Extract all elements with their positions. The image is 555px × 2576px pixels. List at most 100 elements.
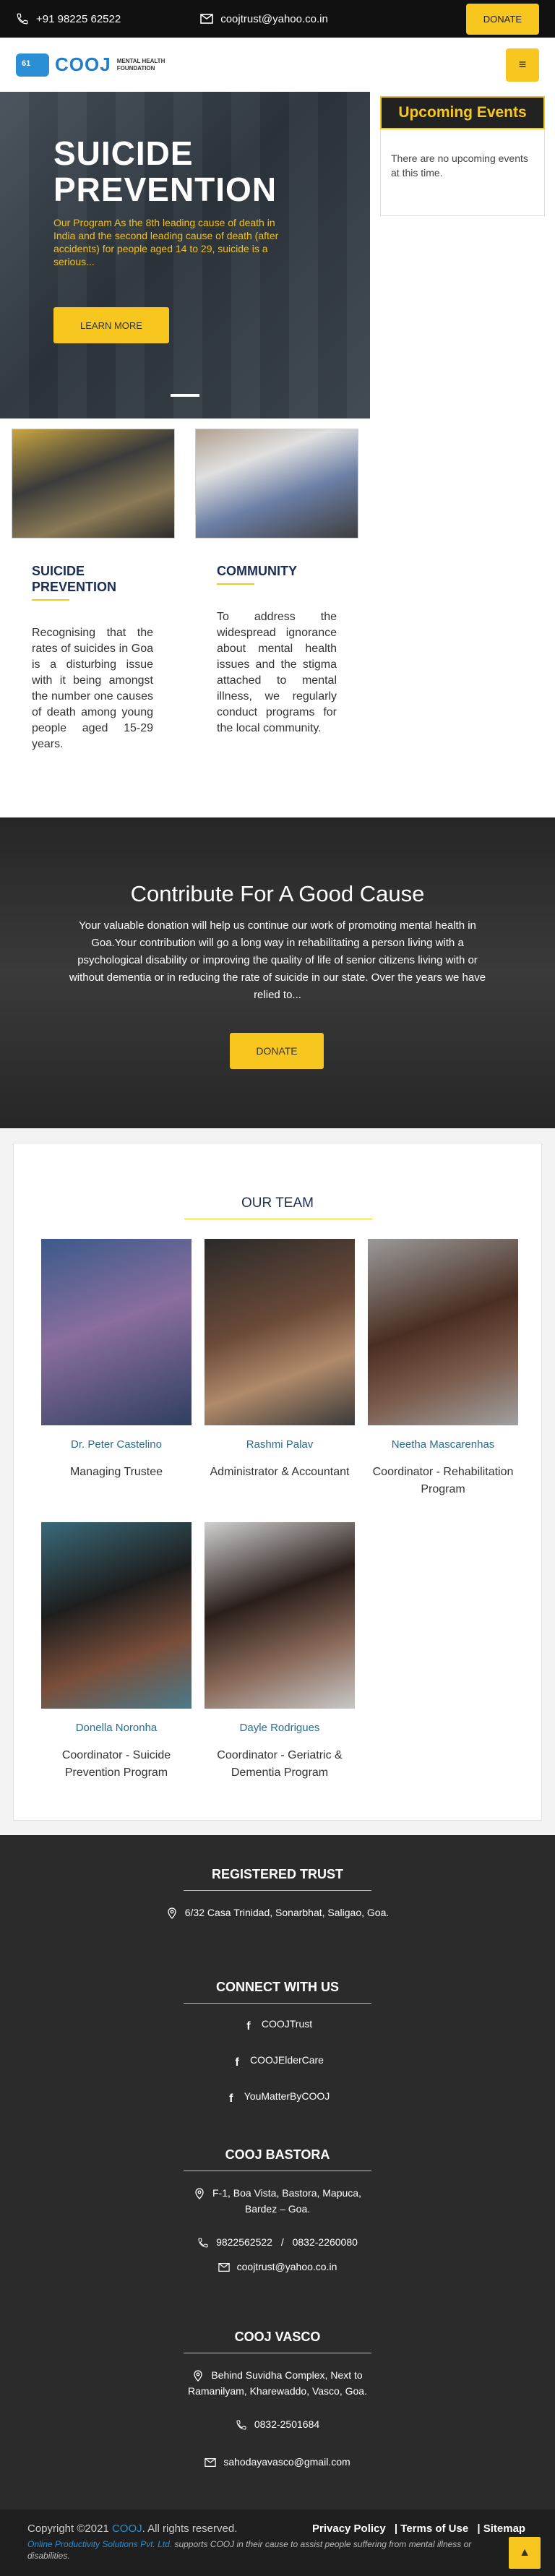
social-link-label[interactable]: COOJElderCare xyxy=(250,2054,324,2066)
vasco-address-line1: Behind Suvidha Complex, Next to xyxy=(211,2369,363,2381)
program-title-line1: COMMUNITY xyxy=(217,564,297,578)
copyright-suffix: . All rights reserved. xyxy=(142,2523,238,2535)
slider-indicator[interactable] xyxy=(0,394,370,397)
connect-title: CONNECT WITH US xyxy=(216,1980,339,1994)
member-role: Managing Trustee xyxy=(69,1466,163,1478)
hero-title-line1: SUICIDE xyxy=(53,134,194,172)
bastora-phones: 9822562522 / 0832-2260080 xyxy=(0,2234,555,2250)
phone-icon xyxy=(17,13,28,25)
member-photo xyxy=(368,1239,518,1425)
learn-more-button[interactable]: LEARN MORE xyxy=(53,307,169,343)
contribute-text: Your valuable donation will help us cont… xyxy=(69,919,486,1001)
contribute-section: Contribute For A Good Cause Your valuabl… xyxy=(0,817,555,1128)
logo-subtitle-line1: MENTAL HEALTH xyxy=(116,57,165,64)
contribute-title: Contribute For A Good Cause xyxy=(130,881,425,906)
location-pin-icon xyxy=(168,1907,176,1920)
logo-subtitle-line2: FOUNDATION xyxy=(116,64,155,72)
footer-divider xyxy=(184,1890,371,1891)
vasco-phone[interactable]: 0832-2501684 xyxy=(0,2416,555,2432)
social-link-facebook-2[interactable]: f COOJElderCare xyxy=(0,2052,555,2069)
member-role: Coordinator - Rehabilitation Program xyxy=(372,1466,514,1495)
donate-button[interactable]: DONATE xyxy=(230,1033,324,1069)
program-image-suicide-prevention[interactable] xyxy=(12,429,175,538)
hamburger-icon: ≡ xyxy=(518,57,527,72)
top-bar: +91 98225 62522 coojtrust@yahoo.co.in DO… xyxy=(0,0,555,38)
sponsor-link[interactable]: Online Productivity Solutions Pvt. Ltd. xyxy=(27,2539,172,2549)
team-member: Dr. Peter Castelino Managing Trustee xyxy=(41,1239,192,1481)
facebook-icon: f xyxy=(246,2020,251,2033)
programs-section: SUICIDE PREVENTION Recognising that the … xyxy=(0,418,555,817)
bastora-email[interactable]: coojtrust@yahoo.co.in xyxy=(0,2259,555,2275)
vasco-title: COOJ VASCO xyxy=(234,2330,321,2344)
hero-title: SUICIDE PREVENTION xyxy=(53,135,277,207)
team-member: Neetha Mascarenhas Coordinator - Rehabil… xyxy=(368,1239,518,1498)
hero-slider: SUICIDE PREVENTION Our Program As the 8t… xyxy=(0,92,370,418)
member-photo xyxy=(41,1239,192,1425)
hero-title-line2: PREVENTION xyxy=(53,171,278,208)
footer-divider xyxy=(184,2003,371,2004)
vasco-email-text[interactable]: sahodayavasco@gmail.com xyxy=(223,2456,350,2468)
registered-address-text: 6/32 Casa Trinidad, Sonarbhat, Saligao, … xyxy=(184,1907,390,1918)
program-image-community[interactable] xyxy=(195,429,358,538)
events-title: Upcoming Events xyxy=(380,96,545,129)
privacy-policy-link[interactable]: Privacy Policy xyxy=(312,2523,386,2535)
program-text-community: To address the widespread ignorance abou… xyxy=(217,611,337,734)
logo-subtitle: MENTAL HEALTH FOUNDATION xyxy=(117,58,165,72)
vasco-email[interactable]: sahodayavasco@gmail.com xyxy=(0,2454,555,2470)
bastora-address-line1: F-1, Boa Vista, Bastora, Mapuca, xyxy=(212,2187,361,2199)
terms-of-use-link[interactable]: | Terms of Use xyxy=(395,2523,468,2535)
phone-number[interactable]: +91 98225 62522 xyxy=(36,13,121,25)
vasco-address-line2: Ramanilyam, Kharewaddo, Vasco, Goa. xyxy=(188,2385,367,2397)
program-divider xyxy=(32,599,69,601)
bottom-bar: Copyright ©2021 COOJ. All rights reserve… xyxy=(0,2510,555,2576)
hero-section: SUICIDE PREVENTION Our Program As the 8t… xyxy=(0,92,555,418)
bastora-title: COOJ BASTORA xyxy=(225,2147,330,2162)
social-link-label[interactable]: COOJTrust xyxy=(262,2018,312,2030)
program-title-suicide-prevention[interactable]: SUICIDE PREVENTION xyxy=(32,563,116,595)
social-link-label[interactable]: YouMatterByCOOJ xyxy=(244,2090,330,2102)
phone-separator: / xyxy=(280,2236,284,2248)
menu-toggle-button[interactable]: ≡ xyxy=(506,48,539,82)
registered-trust-title: REGISTERED TRUST xyxy=(211,1867,343,1881)
bastora-phone-2[interactable]: 0832-2260080 xyxy=(293,2236,358,2248)
program-title-line2: PREVENTION xyxy=(32,580,117,594)
mail-icon xyxy=(205,2458,217,2468)
copyright-prefix: Copyright ©2021 xyxy=(27,2523,109,2535)
member-photo xyxy=(205,1239,355,1425)
events-widget: Upcoming Events There are no upcoming ev… xyxy=(380,96,545,216)
phone-contact[interactable]: +91 98225 62522 xyxy=(16,12,121,25)
copyright: Copyright ©2021 COOJ. All rights reserve… xyxy=(27,2523,237,2535)
registered-address: 6/32 Casa Trinidad, Sonarbhat, Saligao, … xyxy=(0,1905,555,1920)
social-link-facebook-3[interactable]: f YouMatterByCOOJ xyxy=(0,2088,555,2105)
facebook-icon: f xyxy=(235,2056,239,2069)
email-contact[interactable]: coojtrust@yahoo.co.in xyxy=(200,13,328,25)
events-empty-text: There are no upcoming events at this tim… xyxy=(380,129,545,216)
bastora-address-line2: Bardez – Goa. xyxy=(244,2203,311,2215)
mail-icon xyxy=(218,2263,230,2272)
bastora-phone-1[interactable]: 9822562522 xyxy=(216,2236,272,2248)
site-logo[interactable]: 61 COOJ MENTAL HEALTH FOUNDATION xyxy=(16,53,165,77)
member-name: Donella Noronha xyxy=(75,1722,158,1734)
team-title: OUR TEAM xyxy=(241,1195,314,1211)
site-footer: REGISTERED TRUST 6/32 Casa Trinidad, Son… xyxy=(0,1835,555,2510)
email-address[interactable]: coojtrust@yahoo.co.in xyxy=(220,13,328,25)
member-role: Coordinator - Suicide Prevention Program xyxy=(61,1749,171,1779)
logo-mark-icon: 61 xyxy=(16,53,49,77)
sitemap-link[interactable]: | Sitemap xyxy=(477,2523,525,2535)
social-link-facebook-1[interactable]: f COOJTrust xyxy=(0,2016,555,2032)
member-photo xyxy=(205,1522,355,1709)
bastora-email-text[interactable]: coojtrust@yahoo.co.in xyxy=(237,2261,337,2272)
program-title-line1: SUICIDE xyxy=(32,564,85,578)
copyright-brand-link[interactable]: COOJ xyxy=(112,2523,142,2535)
legal-links: Privacy Policy | Terms of Use | Sitemap xyxy=(312,2523,525,2535)
vasco-phone-text[interactable]: 0832-2501684 xyxy=(254,2418,319,2430)
back-to-top-button[interactable]: ▲ xyxy=(509,2537,541,2569)
member-role: Coordinator - Geriatric & Dementia Progr… xyxy=(217,1749,343,1779)
donate-top-button[interactable]: DONATE xyxy=(465,3,539,35)
team-member: Rashmi Palav Administrator & Accountant xyxy=(205,1239,355,1481)
vasco-address: Behind Suvidha Complex, Next to Ramanily… xyxy=(0,2367,555,2399)
slider-dot[interactable] xyxy=(171,394,199,397)
member-name: Rashmi Palav xyxy=(246,1438,314,1451)
program-title-community[interactable]: COMMUNITY xyxy=(217,563,297,579)
member-name: Neetha Mascarenhas xyxy=(391,1438,495,1451)
